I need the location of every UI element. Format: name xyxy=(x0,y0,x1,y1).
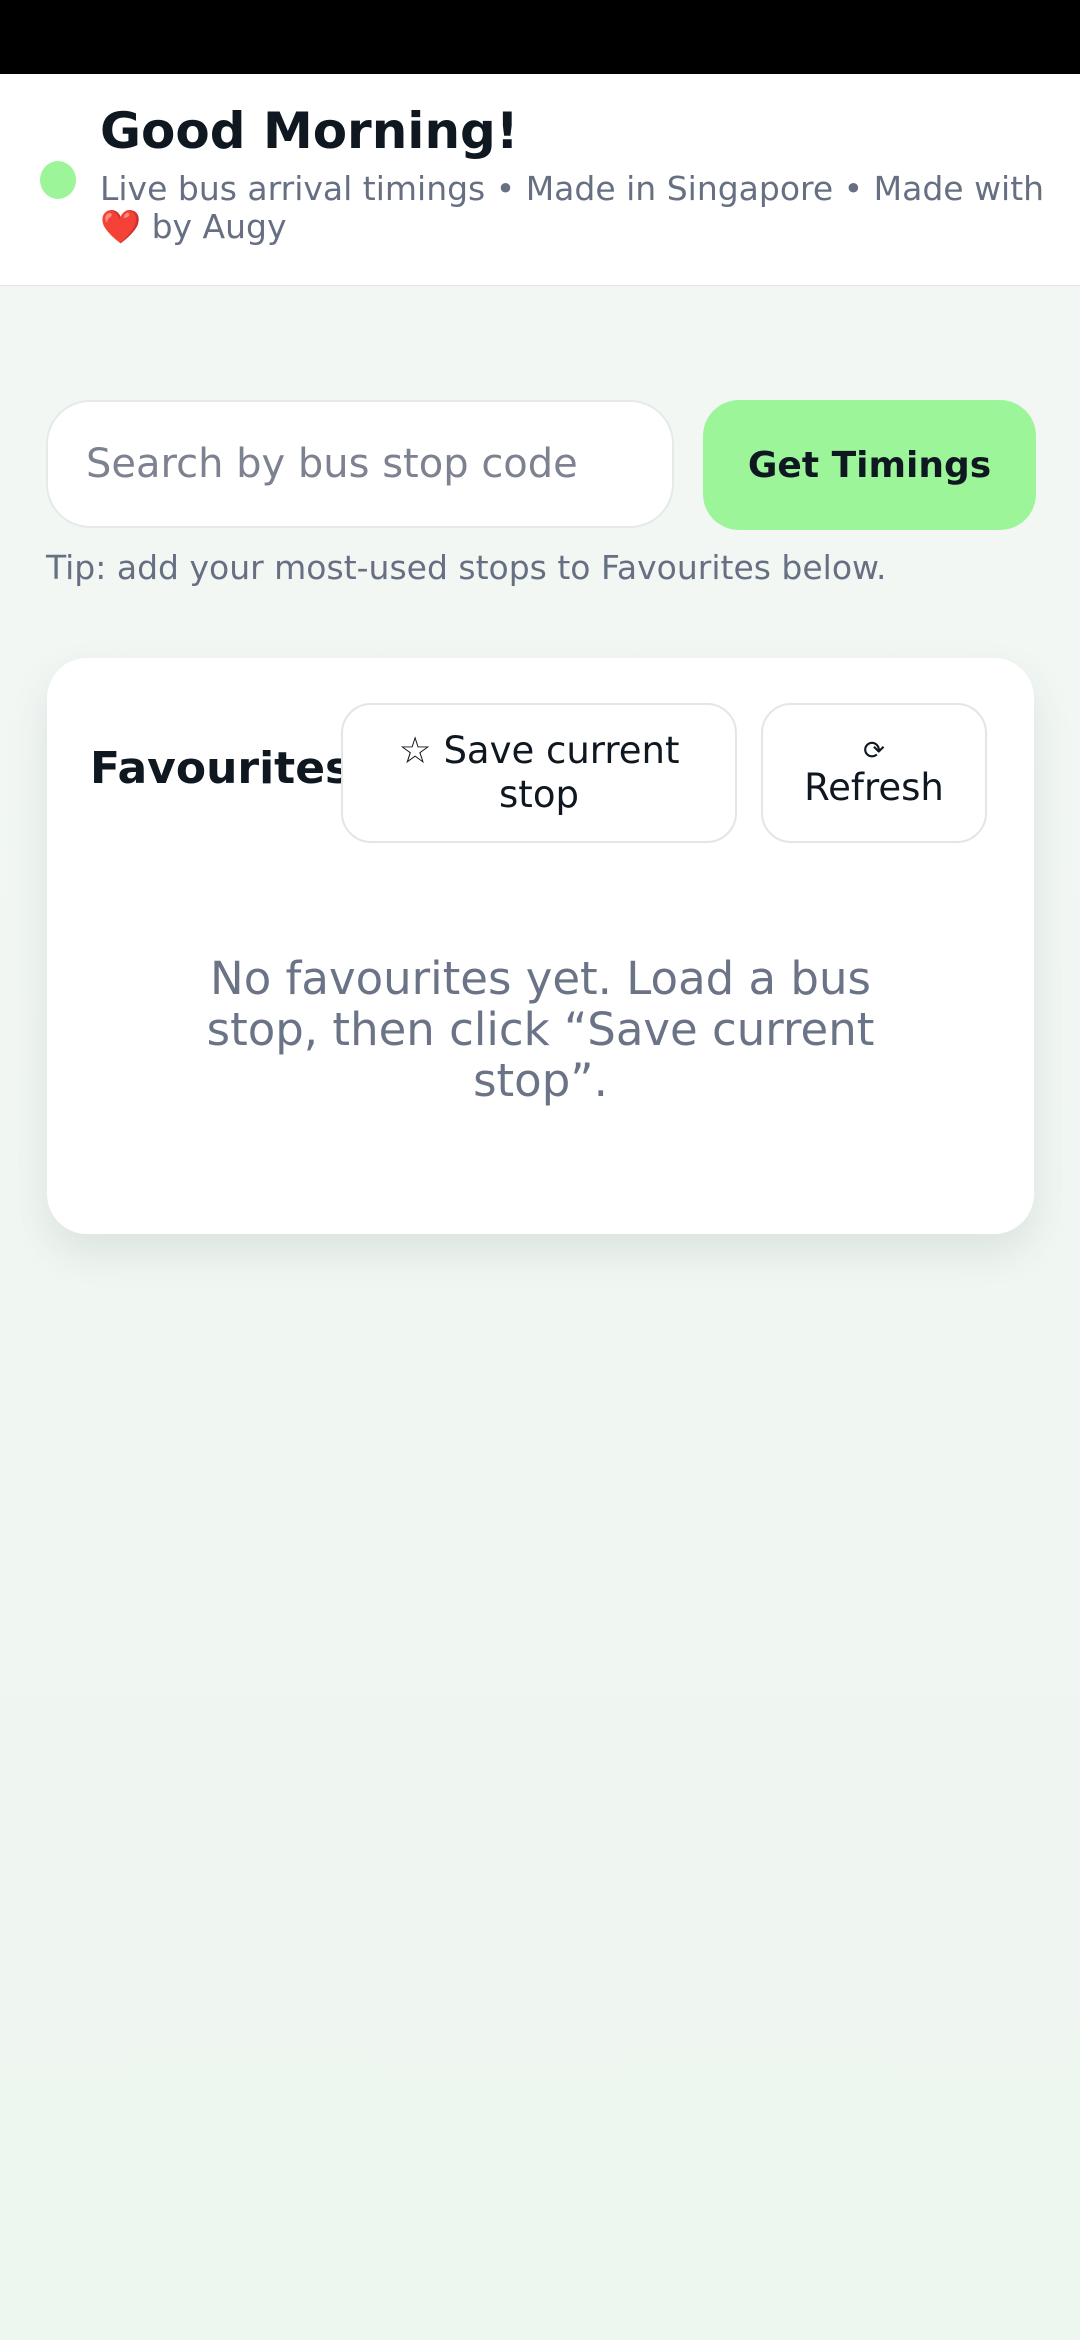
refresh-button[interactable]: ⟳ Refresh xyxy=(761,703,987,843)
subtitle: Live bus arrival timings • Made in Singa… xyxy=(100,170,1050,246)
save-current-stop-button[interactable]: ☆ Save current stop xyxy=(341,703,737,843)
get-timings-button[interactable]: Get Timings xyxy=(703,400,1036,530)
bus-stop-search-input[interactable] xyxy=(46,400,674,528)
search-row: Get Timings xyxy=(46,400,1036,532)
app-header: Good Morning! Live bus arrival timings •… xyxy=(0,74,1080,286)
greeting-title: Good Morning! xyxy=(100,102,519,160)
refresh-icon: ⟳ xyxy=(863,736,885,766)
save-current-stop-label: Save current stop xyxy=(443,729,680,816)
heart-icon: ❤️ xyxy=(100,207,142,246)
subtitle-text: Live bus arrival timings • Made in Singa… xyxy=(100,169,1045,208)
favourites-card: Favourites ☆ Save current stop ⟳ Refresh… xyxy=(47,658,1034,1234)
star-icon: ☆ xyxy=(398,729,432,772)
tip-text: Tip: add your most-used stops to Favouri… xyxy=(46,548,887,587)
favourites-title: Favourites xyxy=(90,743,352,794)
refresh-label: Refresh xyxy=(804,766,944,809)
live-status-dot xyxy=(40,161,76,199)
status-bar xyxy=(0,0,1080,74)
subtitle-author: by Augy xyxy=(141,207,287,246)
empty-favourites-message: No favourites yet. Load a bus stop, then… xyxy=(206,952,875,1107)
